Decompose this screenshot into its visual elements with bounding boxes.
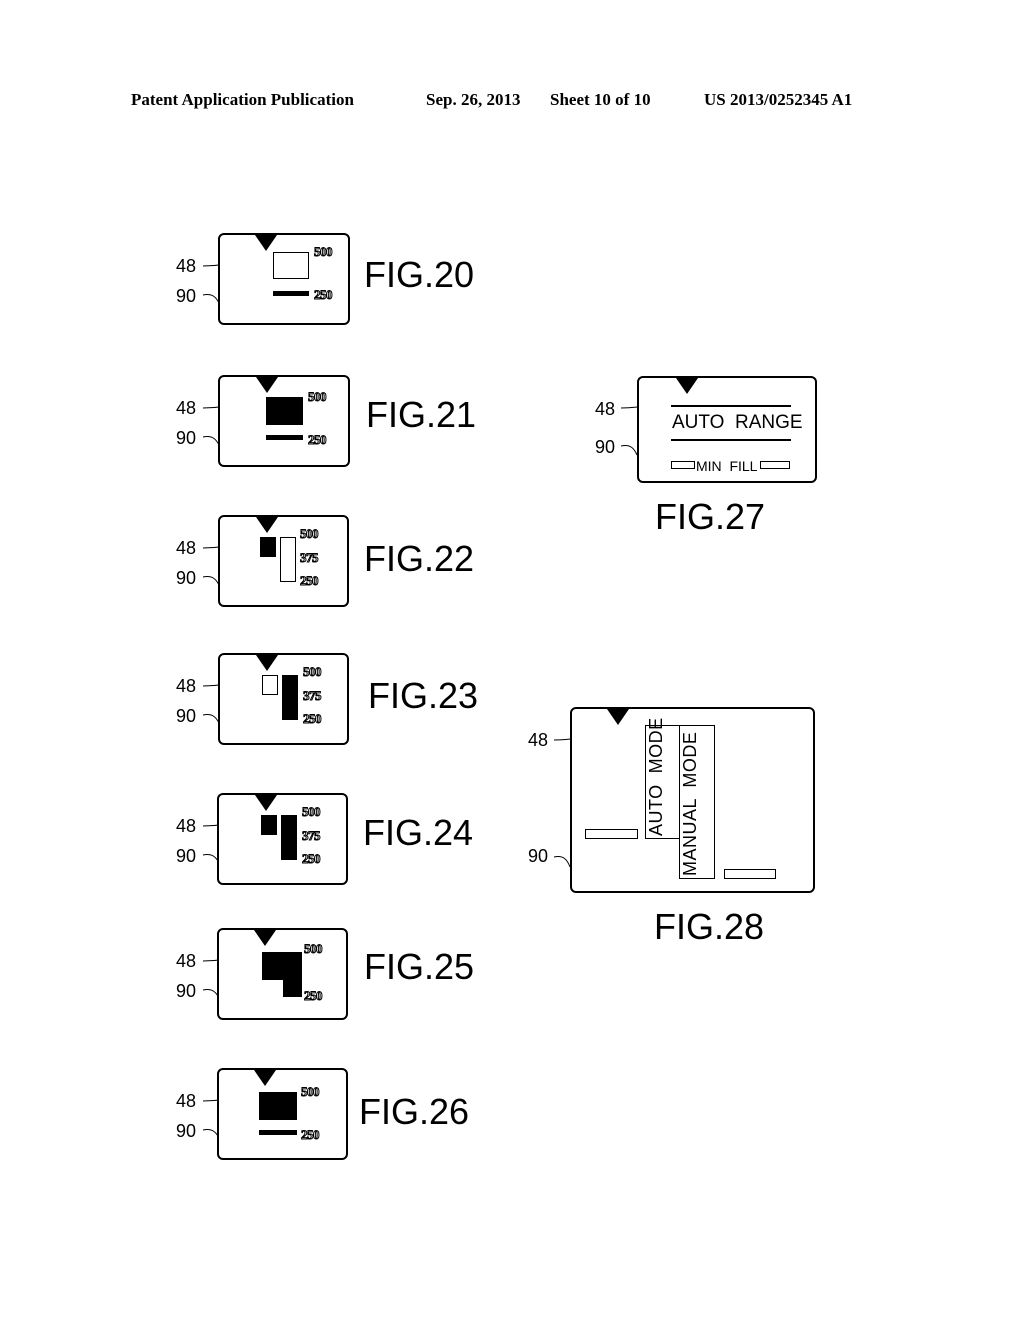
tick-250: 250 — [304, 988, 324, 1004]
ref-48: 48 — [176, 676, 197, 696]
auto-mode-label: AUTO MODE — [646, 717, 666, 836]
tick-250: 250 — [302, 851, 322, 867]
manual-mode-label: MANUAL MODE — [680, 731, 700, 876]
tick-500: 500 — [303, 664, 323, 680]
tick-500: 500 — [301, 1084, 321, 1100]
display-screen: 500 375 250 — [217, 793, 348, 885]
ref-90: 90 — [528, 846, 549, 866]
pointer-triangle-icon — [256, 377, 278, 393]
tick-250: 250 — [301, 1127, 321, 1143]
lower-bar — [273, 291, 309, 296]
tick-250: 250 — [314, 287, 334, 303]
ref-48: 48 — [176, 256, 197, 276]
pointer-triangle-icon — [255, 235, 277, 251]
header-sheet: Sheet 10 of 10 — [550, 90, 651, 109]
ref-48: 48 — [176, 1091, 197, 1111]
header-date: Sep. 26, 2013 — [426, 90, 521, 109]
display-screen: 500 250 — [217, 1068, 348, 1160]
left-indicator-bar — [585, 829, 638, 839]
ref-90: 90 — [176, 981, 197, 1001]
ref-48: 48 — [176, 816, 197, 836]
ref-90: 90 — [176, 846, 197, 866]
auto-range-label: AUTO RANGE — [672, 412, 803, 433]
left-segment-hollow — [262, 675, 278, 695]
ref-90: 90 — [176, 568, 197, 588]
right-indicator-bar — [724, 869, 776, 879]
pointer-triangle-icon — [256, 517, 278, 533]
figure-label: FIG.24 — [363, 812, 474, 853]
tick-250: 250 — [300, 573, 320, 589]
figure-label: FIG.28 — [654, 906, 765, 947]
figure-label: FIG.27 — [655, 496, 766, 537]
tick-500: 500 — [308, 389, 328, 405]
ref-90: 90 — [176, 1121, 197, 1141]
display-screen: 500 375 250 — [218, 515, 349, 607]
tick-500: 500 — [304, 941, 324, 957]
upper-segment-filled — [259, 1092, 297, 1120]
min-fill-left-slot — [671, 461, 695, 469]
tick-500: 500 — [314, 244, 334, 260]
display-screen: AUTO RANGE MIN FILL — [637, 376, 817, 483]
figure-label: FIG.23 — [368, 675, 479, 716]
pointer-triangle-icon — [256, 655, 278, 671]
tick-250: 250 — [308, 432, 328, 448]
ref-90: 90 — [176, 706, 197, 726]
header-publication: Patent Application Publication — [131, 90, 354, 109]
auto-mode-button[interactable]: AUTO MODE — [645, 717, 680, 839]
display-screen: 500 250 — [217, 928, 348, 1020]
lower-bar — [259, 1130, 297, 1135]
ref-48: 48 — [176, 398, 197, 418]
header-patent-number: US 2013/0252345 A1 — [704, 90, 853, 109]
figure-label: FIG.21 — [366, 394, 477, 435]
right-segment-filled — [282, 675, 298, 720]
tick-375: 375 — [302, 828, 322, 844]
pointer-triangle-icon — [254, 1070, 276, 1086]
pointer-triangle-icon — [607, 709, 629, 725]
tick-500: 500 — [302, 804, 322, 820]
lower-bar — [266, 435, 303, 440]
tick-375: 375 — [300, 550, 320, 566]
ref-48: 48 — [176, 951, 197, 971]
display-screen: 500 250 — [218, 233, 350, 325]
ref-90: 90 — [176, 428, 197, 448]
tick-375: 375 — [303, 688, 323, 704]
figure-label: FIG.22 — [364, 538, 475, 579]
upper-segment-hollow — [273, 252, 309, 279]
manual-mode-button[interactable]: MANUAL MODE — [679, 725, 715, 879]
display-screen: 500 250 — [218, 375, 350, 467]
figure-label: FIG.26 — [359, 1091, 470, 1132]
upper-segment-filled — [266, 397, 303, 425]
pointer-triangle-icon — [255, 795, 277, 811]
divider-top — [671, 405, 791, 407]
divider-bottom — [671, 439, 791, 441]
right-segment-filled — [281, 815, 297, 860]
min-fill-label: MIN FILL — [696, 458, 758, 474]
figure-label: FIG.20 — [364, 254, 475, 295]
ref-48: 48 — [595, 399, 616, 419]
ref-48: 48 — [176, 538, 197, 558]
ref-48: 48 — [528, 730, 549, 750]
display-screen: AUTO MODE MANUAL MODE — [570, 707, 815, 893]
combined-segment-filled — [262, 952, 302, 997]
ref-90: 90 — [176, 286, 197, 306]
pointer-triangle-icon — [676, 378, 698, 394]
tick-250: 250 — [303, 711, 323, 727]
tick-500: 500 — [300, 526, 320, 542]
pointer-triangle-icon — [254, 930, 276, 946]
ref-90: 90 — [595, 437, 616, 457]
left-segment-filled — [260, 537, 276, 557]
left-segment-filled — [261, 815, 277, 835]
display-screen: 500 375 250 — [218, 653, 349, 745]
figure-label: FIG.25 — [364, 946, 475, 987]
min-fill-right-slot — [760, 461, 790, 469]
right-segment-hollow — [280, 537, 296, 582]
